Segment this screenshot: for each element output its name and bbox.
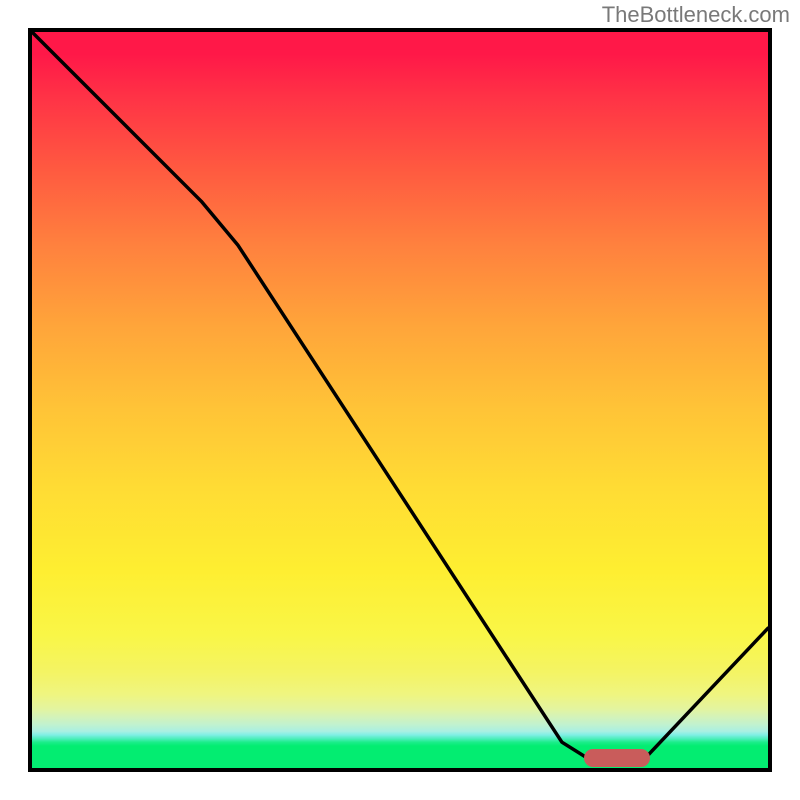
bottleneck-curve [32, 32, 768, 768]
optimal-marker-pill [584, 749, 650, 767]
curve-path [32, 32, 768, 761]
attribution-text: TheBottleneck.com [602, 2, 790, 28]
chart-container: TheBottleneck.com [0, 0, 800, 800]
plot-area [28, 28, 772, 772]
